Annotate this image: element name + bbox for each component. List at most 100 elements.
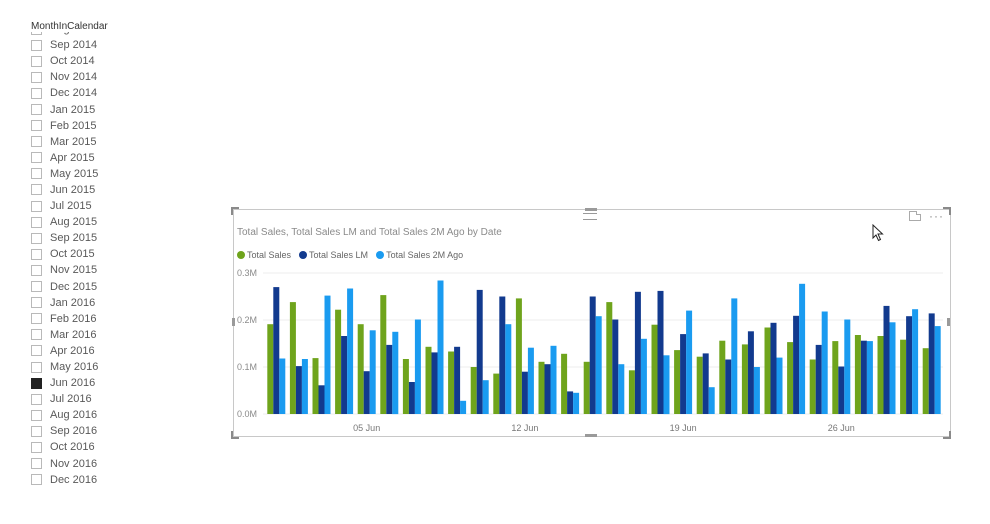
checkbox[interactable] (31, 474, 42, 486)
checkbox[interactable] (31, 55, 42, 67)
bar-total-sales-2m-ago[interactable] (527, 347, 534, 414)
bar-total-sales-lm[interactable] (318, 385, 325, 414)
checkbox[interactable] (31, 264, 42, 276)
resize-handle-right[interactable] (947, 318, 950, 326)
resize-corner-top-left[interactable] (231, 207, 239, 215)
bar-total-sales[interactable] (854, 335, 861, 414)
bar-total-sales-lm[interactable] (657, 290, 664, 414)
bar-total-sales-2m-ago[interactable] (460, 400, 467, 414)
bar-total-sales[interactable] (583, 361, 590, 414)
bar-total-sales-2m-ago[interactable] (731, 298, 738, 414)
slicer-item[interactable]: Mar 2015 (31, 134, 98, 150)
bar-total-sales[interactable] (719, 340, 726, 414)
bar-total-sales[interactable] (312, 358, 319, 414)
bar-total-sales[interactable] (764, 327, 771, 415)
checkbox[interactable] (31, 104, 42, 116)
slicer-item[interactable]: Jun 2015 (31, 182, 98, 198)
bar-total-sales[interactable] (515, 298, 522, 414)
bar-total-sales[interactable] (289, 302, 296, 414)
checkbox[interactable] (31, 313, 42, 325)
bar-total-sales[interactable] (267, 324, 274, 414)
bar-total-sales[interactable] (628, 370, 635, 414)
bar-total-sales[interactable] (809, 359, 816, 415)
checkbox-checked[interactable] (31, 377, 42, 389)
bar-total-sales-2m-ago[interactable] (776, 357, 783, 414)
checkbox[interactable] (31, 425, 42, 437)
bar-total-sales-lm[interactable] (612, 319, 619, 415)
bar-total-sales-2m-ago[interactable] (934, 326, 941, 414)
slicer-item[interactable]: Nov 2016 (31, 456, 98, 472)
bar-total-sales-lm[interactable] (408, 382, 415, 414)
bar-total-sales[interactable] (470, 367, 477, 414)
slicer-item[interactable]: Mar 2016 (31, 327, 98, 343)
slicer-item[interactable]: Jan 2015 (31, 101, 98, 117)
bar-total-sales-lm[interactable] (906, 316, 913, 414)
bar-total-sales[interactable] (787, 342, 794, 414)
bar-total-sales-2m-ago[interactable] (844, 319, 851, 415)
bar-total-sales-lm[interactable] (386, 344, 393, 414)
bar-total-sales-2m-ago[interactable] (324, 295, 331, 414)
clustered-column-chart-visual[interactable]: ··· Total Sales, Total Sales LM and Tota… (233, 209, 951, 437)
bar-total-sales-2m-ago[interactable] (889, 322, 896, 414)
slicer-item[interactable]: Aug 2016 (31, 407, 98, 423)
checkbox[interactable] (31, 39, 42, 51)
bar-total-sales-2m-ago[interactable] (640, 338, 647, 414)
bar-total-sales-2m-ago[interactable] (550, 345, 557, 414)
bar-total-sales-2m-ago[interactable] (866, 341, 873, 414)
bar-total-sales-2m-ago[interactable] (482, 380, 489, 414)
checkbox[interactable] (31, 136, 42, 148)
checkbox[interactable] (31, 87, 42, 99)
bar-total-sales-2m-ago[interactable] (753, 367, 760, 414)
slicer-item[interactable]: Dec 2014 (31, 85, 98, 101)
slicer-list[interactable]: Aug 2014 Sep 2014 Oct 2014 Nov 2014 Dec 2014… (31, 32, 191, 500)
slicer-item[interactable]: Apr 2015 (31, 150, 98, 166)
bar-total-sales[interactable] (832, 341, 839, 414)
slicer-item[interactable]: Apr 2016 (31, 343, 98, 359)
bar-total-sales-lm[interactable] (747, 331, 754, 414)
bar-total-sales-2m-ago[interactable] (912, 309, 919, 414)
bar-total-sales-lm[interactable] (341, 336, 348, 414)
bar-total-sales[interactable] (877, 336, 884, 414)
bar-total-sales-2m-ago[interactable] (437, 280, 444, 415)
bar-total-sales[interactable] (651, 324, 658, 414)
bar-total-sales[interactable] (674, 350, 681, 414)
slicer-item[interactable]: Jul 2016 (31, 391, 98, 407)
bar-total-sales-lm[interactable] (860, 340, 867, 414)
bar-total-sales-2m-ago[interactable] (369, 330, 376, 414)
slicer-item[interactable]: Jan 2016 (31, 295, 98, 311)
bar-total-sales-2m-ago[interactable] (573, 392, 580, 414)
slicer-item[interactable]: Nov 2014 (31, 69, 98, 85)
bar-total-sales-lm[interactable] (815, 344, 822, 414)
bar-total-sales[interactable] (900, 339, 907, 414)
bar-total-sales[interactable] (493, 373, 500, 414)
checkbox[interactable] (31, 232, 42, 244)
checkbox[interactable] (31, 297, 42, 309)
slicer-item[interactable]: Feb 2015 (31, 118, 98, 134)
checkbox[interactable] (31, 71, 42, 83)
bar-total-sales-2m-ago[interactable] (663, 355, 670, 415)
checkbox[interactable] (31, 281, 42, 293)
bar-total-sales-lm[interactable] (273, 287, 280, 414)
bar-total-sales[interactable] (741, 344, 748, 414)
bar-total-sales-2m-ago[interactable] (686, 310, 693, 414)
bar-total-sales-2m-ago[interactable] (414, 319, 421, 415)
bar-total-sales-lm[interactable] (567, 391, 574, 414)
resize-handle-bottom[interactable] (585, 434, 597, 437)
bar-total-sales-lm[interactable] (295, 366, 302, 414)
checkbox[interactable] (31, 393, 42, 405)
resize-handle-top[interactable] (585, 208, 597, 211)
bar-total-sales[interactable] (606, 302, 613, 414)
bar-total-sales-lm[interactable] (431, 352, 438, 414)
bar-total-sales-2m-ago[interactable] (618, 364, 625, 414)
slicer-item[interactable]: Nov 2015 (31, 262, 98, 278)
slicer-item[interactable]: Oct 2016 (31, 439, 98, 455)
bar-total-sales-2m-ago[interactable] (392, 331, 399, 415)
bar-total-sales[interactable] (922, 348, 929, 414)
resize-handle-left[interactable] (232, 318, 235, 326)
checkbox[interactable] (31, 329, 42, 341)
bar-total-sales-lm[interactable] (544, 364, 551, 414)
checkbox[interactable] (31, 120, 42, 132)
checkbox[interactable] (31, 200, 42, 212)
bar-total-sales-2m-ago[interactable] (347, 288, 354, 415)
slicer-item[interactable]: May 2016 (31, 359, 98, 375)
